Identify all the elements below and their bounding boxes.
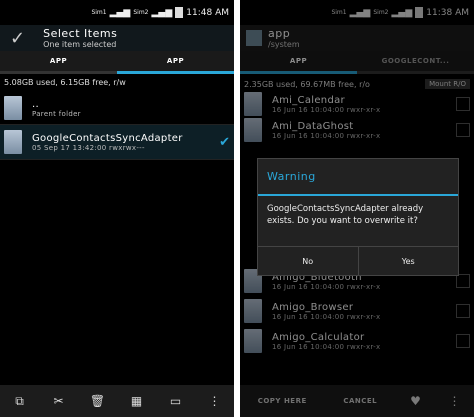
signal-icon: ▂▄▆ bbox=[151, 7, 173, 18]
folder-icon bbox=[4, 96, 22, 120]
folder-icon bbox=[4, 130, 22, 154]
checkbox-checked-icon[interactable]: ✔ bbox=[219, 135, 230, 150]
select-all-icon[interactable]: ▦ bbox=[117, 394, 156, 408]
yes-button[interactable]: Yes bbox=[357, 247, 459, 275]
done-check-icon[interactable]: ✓ bbox=[10, 28, 25, 49]
dialog-buttons: No Yes bbox=[258, 246, 458, 275]
cut-icon[interactable]: ✂ bbox=[39, 394, 78, 408]
item-meta: Parent folder bbox=[32, 109, 81, 118]
dialog-message: GoogleContactsSyncAdapter already exists… bbox=[267, 204, 424, 226]
status-bar: Sim1 ▂▄▆ Sim2 ▂▄▆ 11:48 AM bbox=[0, 0, 234, 25]
action-bar-subtitle: One item selected bbox=[43, 40, 117, 49]
action-toolbar: ⧉ ✂ 🗑 ▦ ▭ ⋮ bbox=[0, 385, 234, 417]
clock: 11:48 AM bbox=[186, 7, 229, 18]
dialog-title: Warning bbox=[258, 159, 458, 196]
left-screen: Sim1 ▂▄▆ Sim2 ▂▄▆ 11:48 AM ✓ Select Item… bbox=[0, 0, 234, 417]
delete-icon[interactable]: 🗑 bbox=[78, 394, 117, 408]
list-item-parent[interactable]: .. Parent folder bbox=[0, 92, 234, 124]
list-item-selected[interactable]: GoogleContactsSyncAdapter 05 Sep 17 13:4… bbox=[0, 124, 234, 160]
item-name: GoogleContactsSyncAdapter bbox=[32, 132, 183, 144]
sim1-label: Sim1 bbox=[91, 9, 107, 16]
warning-dialog: Warning GoogleContactsSyncAdapter alread… bbox=[257, 158, 459, 276]
battery-icon bbox=[175, 7, 184, 18]
item-meta: 05 Sep 17 13:42:00 rwxrwx--- bbox=[32, 143, 145, 152]
tab-app-2[interactable]: APP bbox=[117, 51, 234, 74]
selection-action-bar: ✓ Select Items One item selected bbox=[0, 25, 234, 51]
item-name: .. bbox=[32, 98, 39, 110]
rename-icon[interactable]: ▭ bbox=[156, 394, 195, 408]
tab-bar: APP APP bbox=[0, 51, 234, 74]
overflow-menu-icon[interactable]: ⋮ bbox=[195, 394, 234, 408]
sim2-label: Sim2 bbox=[133, 9, 149, 16]
copy-icon[interactable]: ⧉ bbox=[0, 394, 39, 409]
no-button[interactable]: No bbox=[258, 247, 358, 275]
right-screen: Sim1 ▂▄▆ Sim2 ▂▄▆ 11:38 AM app /system A… bbox=[240, 0, 474, 417]
signal-icon: ▂▄▆ bbox=[109, 7, 131, 18]
action-bar-title: Select Items bbox=[43, 27, 118, 40]
storage-info: 5.08GB used, 6.15GB free, r/w bbox=[4, 78, 126, 87]
tab-app-1[interactable]: APP bbox=[0, 51, 117, 74]
